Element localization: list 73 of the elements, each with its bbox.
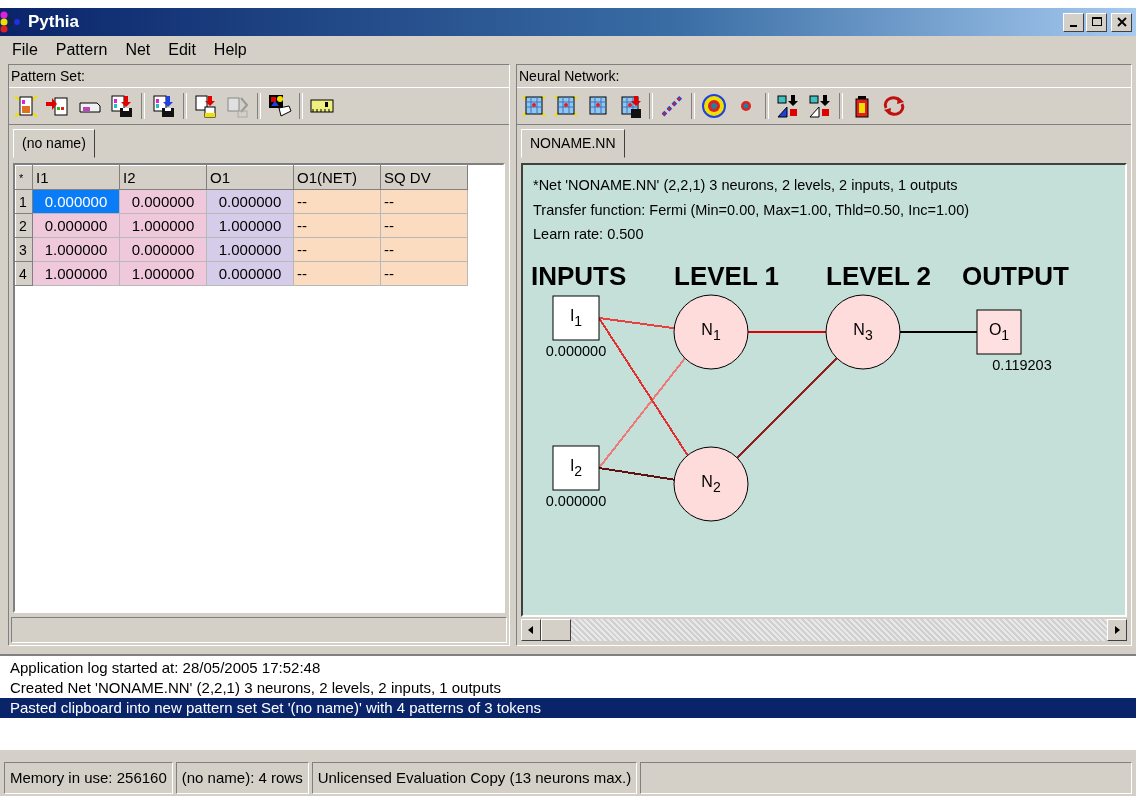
shapes-arrow-icon[interactable] [775, 93, 801, 119]
horizontal-scrollbar[interactable] [521, 619, 1127, 641]
layer-heading: LEVEL 2 [826, 261, 931, 291]
maximize-icon [1091, 17, 1102, 27]
close-button[interactable] [1111, 12, 1132, 32]
node-label: N$_{2}$ [701, 473, 721, 495]
panel-caption: Pattern Set: [9, 65, 509, 88]
close-icon [1116, 17, 1127, 27]
window-title: Pythia [28, 12, 80, 32]
left-arrow-icon [527, 625, 535, 635]
neuron-node[interactable] [673, 446, 749, 522]
chain-icon[interactable] [659, 93, 685, 119]
layer-heading: OUTPUT [962, 261, 1069, 291]
corner-header: * [15, 165, 33, 190]
status-panel: Unlicensed Evaluation Copy (13 neurons max.) [311, 762, 638, 794]
grid-document-icon[interactable] [553, 93, 579, 119]
node-label: N$_{1}$ [701, 321, 721, 343]
log-entry[interactable]: Application log started at: 28/05/2005 17:52:48 [0, 658, 1136, 678]
input-node[interactable] [552, 445, 600, 491]
pattern-set-tab[interactable]: (no name) [13, 129, 95, 158]
node-value: 0.000000 [545, 343, 607, 359]
network-info: Transfer function: Fermi (Min=0.00, Max=1.00, Thld=0.50, Inc=1.00) [533, 200, 971, 220]
log-entry[interactable]: Created Net 'NONAME.NN' (2,2,1) 3 neurons, 2 levels, 2 inputs, 1 outputs [0, 678, 1136, 698]
status-panel: (no name): 4 rows [175, 762, 309, 794]
save-as-icon[interactable] [151, 93, 177, 119]
menu-item[interactable]: Help [213, 41, 247, 59]
log-entry[interactable]: Pasted clipboard into new pattern set Set '(no name)' with 4 patterns of 3 tokens [0, 698, 1136, 718]
save-icon[interactable] [109, 93, 135, 119]
status-panel: Memory in use: 256160 [4, 762, 173, 794]
grid-document-icon[interactable] [521, 93, 547, 119]
menu-item[interactable]: Pattern [55, 41, 108, 59]
neuron-node[interactable] [673, 294, 749, 370]
new-document-icon[interactable] [13, 93, 39, 119]
column-header[interactable]: I1 [32, 165, 120, 190]
output-node[interactable] [976, 309, 1022, 355]
scroll-right-button[interactable] [1107, 619, 1127, 641]
minimize-icon [1070, 24, 1077, 27]
node-label: I$_{2}$ [569, 457, 583, 479]
column-header[interactable]: O1(NET) [293, 165, 381, 190]
row-header[interactable]: 2 [15, 213, 33, 238]
scroll-thumb[interactable] [541, 619, 571, 641]
network-tab[interactable]: NONAME.NN [521, 129, 625, 158]
node-label: N$_{3}$ [853, 321, 873, 343]
target-icon[interactable] [701, 93, 727, 119]
layer-heading: LEVEL 1 [674, 261, 779, 291]
input-node[interactable] [552, 295, 600, 341]
right-arrow-icon [1113, 625, 1121, 635]
minimize-button[interactable] [1063, 12, 1084, 32]
node-label: I$_{1}$ [569, 307, 583, 329]
node-value: 0.000000 [545, 493, 607, 509]
layer-heading: INPUTS [531, 261, 627, 291]
export-document-icon[interactable] [193, 93, 219, 119]
menu-item[interactable]: Edit [168, 41, 196, 59]
column-header[interactable]: SQ DV [380, 165, 468, 190]
network-info: Learn rate: 0.500 [533, 225, 645, 244]
panel-caption: Neural Network: [517, 65, 1131, 88]
menu-item[interactable]: Net [125, 41, 151, 59]
network-info: *Net 'NONAME.NN' (2,2,1) 3 neurons, 2 levels, 2 inputs, 1 outputs [533, 176, 959, 195]
picture-tag-icon[interactable] [267, 93, 293, 119]
shapes-arrow-icon[interactable] [807, 93, 833, 119]
refresh-icon[interactable] [881, 93, 907, 119]
maximize-button[interactable] [1086, 12, 1107, 32]
menu-item[interactable]: File [12, 41, 38, 59]
row-header[interactable]: 4 [15, 261, 33, 286]
neuron-node[interactable] [825, 294, 901, 370]
app-icon [0, 11, 22, 33]
node-value: 0.119203 [992, 357, 1052, 373]
column-header[interactable]: I2 [119, 165, 207, 190]
column-header[interactable]: O1 [206, 165, 294, 190]
node-label: O$_{1}$ [988, 321, 1010, 343]
scroll-left-button[interactable] [521, 619, 541, 641]
row-header[interactable]: 1 [15, 189, 33, 214]
row-header[interactable]: 3 [15, 237, 33, 262]
